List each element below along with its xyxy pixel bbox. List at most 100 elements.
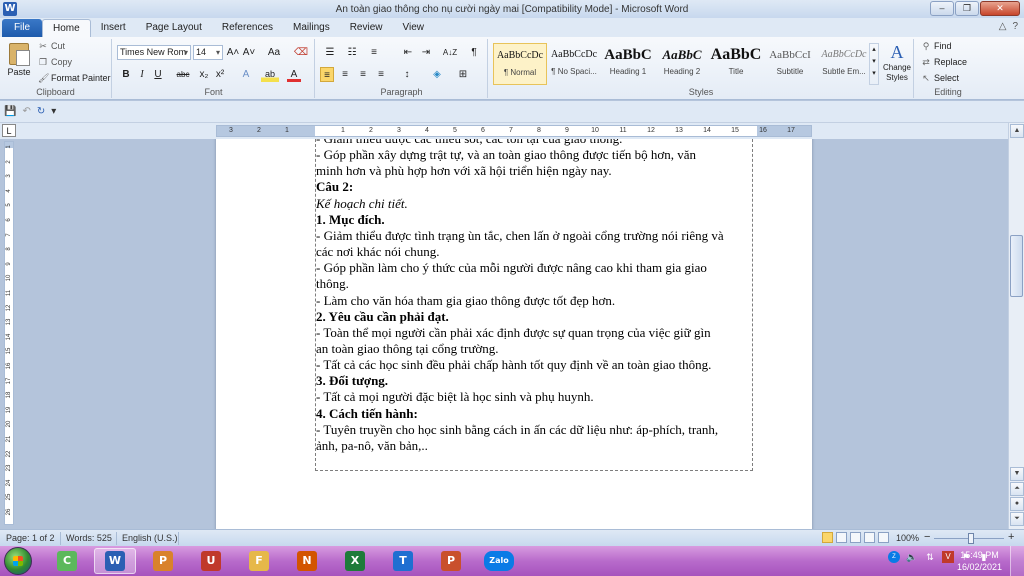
zoom-out-icon[interactable]: − xyxy=(924,532,930,543)
web-layout-view-icon[interactable] xyxy=(850,532,861,543)
underline-button[interactable]: U xyxy=(151,67,165,82)
find-button[interactable]: ⚲ Find xyxy=(921,41,952,51)
save-icon[interactable]: 💾 xyxy=(4,106,16,117)
taskbar-word-button[interactable]: W xyxy=(94,548,136,574)
outline-view-icon[interactable] xyxy=(864,532,875,543)
multilevel-list-icon[interactable]: ≡ xyxy=(364,45,384,60)
style-item[interactable]: AaBbC Title xyxy=(709,43,763,85)
copy-button[interactable]: ❐ Copy xyxy=(38,57,72,67)
taskbar-teamviewer-button[interactable]: T xyxy=(382,548,424,574)
print-layout-view-icon[interactable] xyxy=(822,532,833,543)
zoom-level[interactable]: 100% xyxy=(896,532,919,545)
tab-home[interactable]: Home xyxy=(42,19,91,37)
font-size-box[interactable]: 14 xyxy=(193,45,223,60)
wifi-icon[interactable]: ⇅ xyxy=(924,551,936,563)
horizontal-ruler[interactable]: 3 2 1 1 2 3 4 5 6 7 8 9 10 11 12 13 14 15 16 17 xyxy=(216,125,812,137)
tab-insert[interactable]: Insert xyxy=(91,19,136,37)
style-item[interactable]: AaBbCcI Subtitle xyxy=(763,43,817,85)
document-page[interactable]: - Giảm thiểu được các thiếu sót, các tồn… xyxy=(216,139,812,529)
change-styles-button[interactable]: A Change Styles xyxy=(881,41,913,83)
maximize-button[interactable]: ❐ xyxy=(955,1,979,16)
subscript-button[interactable]: x₂ xyxy=(197,67,211,82)
style-item[interactable]: AaBbCcDc Subtle Em... xyxy=(817,43,871,85)
undo-icon[interactable]: ↶ xyxy=(22,106,30,117)
taskbar-coccoc-button[interactable]: C xyxy=(46,548,88,574)
style-item[interactable]: AaBbCcDc ¶ Normal xyxy=(493,43,547,85)
increase-indent-icon[interactable]: ⇥ xyxy=(418,45,434,60)
align-right-icon[interactable]: ≡ xyxy=(356,67,370,82)
full-screen-view-icon[interactable] xyxy=(836,532,847,543)
shrink-font-button[interactable]: A˅ xyxy=(241,45,257,60)
grow-font-button[interactable]: A˄ xyxy=(225,45,241,60)
format-painter-button[interactable]: 🖌 Format Painter xyxy=(38,73,111,83)
scroll-up-icon[interactable]: ▲ xyxy=(1010,124,1024,138)
volume-icon[interactable]: 🔈 xyxy=(906,551,918,563)
word-count[interactable]: Words: 525 xyxy=(66,532,112,545)
styles-scroll-icon[interactable]: ▴ ▾ ▾ xyxy=(869,43,879,85)
align-center-icon[interactable]: ≡ xyxy=(338,67,352,82)
taskbar-powerpoint-button[interactable]: P xyxy=(430,548,472,574)
taskbar-excel-button[interactable]: X xyxy=(334,548,376,574)
taskbar-unikey-button[interactable]: U xyxy=(190,548,232,574)
tab-selector[interactable]: L xyxy=(2,124,16,137)
ribbon-collapse-icon[interactable]: △ xyxy=(999,21,1007,32)
select-button[interactable]: ↖ Select xyxy=(921,73,959,83)
scroll-thumb[interactable] xyxy=(1010,235,1023,297)
italic-button[interactable]: I xyxy=(135,67,149,82)
shading-icon[interactable]: ◈ xyxy=(428,67,446,82)
strikethrough-button[interactable]: abc xyxy=(173,67,193,82)
redo-icon[interactable]: ↻ xyxy=(37,106,45,117)
superscript-button[interactable]: x² xyxy=(213,67,227,82)
help-icon[interactable]: ? xyxy=(1012,21,1018,32)
taskbar-paint-button[interactable]: P xyxy=(142,548,184,574)
text-box[interactable]: - Giảm thiểu được các thiếu sót, các tồn… xyxy=(315,139,753,471)
previous-page-icon[interactable]: ⏶ xyxy=(1010,482,1024,496)
taskbar-network-button[interactable]: N xyxy=(286,548,328,574)
zoom-in-icon[interactable]: + xyxy=(1008,532,1014,543)
decrease-indent-icon[interactable]: ⇤ xyxy=(400,45,416,60)
word-app-icon[interactable]: W xyxy=(3,2,17,16)
replace-button[interactable]: ⇄ Replace xyxy=(921,57,967,67)
tab-view[interactable]: View xyxy=(393,19,435,37)
bullets-icon[interactable]: ☰ xyxy=(320,45,340,60)
align-left-icon[interactable]: ≡ xyxy=(320,67,334,82)
minimize-button[interactable]: – xyxy=(930,1,954,16)
style-item[interactable]: AaBbC Heading 2 xyxy=(655,43,709,85)
bold-button[interactable]: B xyxy=(119,67,133,82)
show-marks-button[interactable]: ¶ xyxy=(466,45,482,60)
line-spacing-icon[interactable]: ↕ xyxy=(398,67,416,82)
tab-references[interactable]: References xyxy=(212,19,283,37)
cut-button[interactable]: ✂ Cut xyxy=(38,41,65,51)
clock[interactable]: 15:49 PM 16/02/2021 xyxy=(957,549,1002,573)
style-item[interactable]: AaBbCcDc ¶ No Spaci... xyxy=(547,43,601,85)
start-button[interactable] xyxy=(4,547,32,575)
justify-icon[interactable]: ≡ xyxy=(374,67,388,82)
next-page-icon[interactable]: ⏷ xyxy=(1010,512,1024,526)
clear-formatting-icon[interactable]: ⌫ xyxy=(293,45,309,60)
tray-zalo-icon[interactable]: Z xyxy=(888,551,900,563)
numbering-icon[interactable]: ☷ xyxy=(342,45,362,60)
customize-qat-icon[interactable]: ▾ xyxy=(51,106,56,117)
scroll-down-icon[interactable]: ▼ xyxy=(1010,467,1024,481)
font-name-box[interactable]: Times New Rom xyxy=(117,45,191,60)
zoom-slider-knob[interactable] xyxy=(968,533,974,544)
taskbar-zalo-button[interactable]: Zalo xyxy=(478,548,520,574)
change-case-button[interactable]: Aa xyxy=(265,45,283,60)
taskbar-explorer-button[interactable]: F xyxy=(238,548,280,574)
sort-button[interactable]: A↓Z xyxy=(440,45,460,60)
highlight-button[interactable]: ab xyxy=(261,67,279,82)
font-color-button[interactable]: A xyxy=(287,67,301,82)
vertical-scrollbar[interactable]: ▲ ▼ ⏶ ● ⏷ xyxy=(1008,123,1024,529)
tab-mailings[interactable]: Mailings xyxy=(283,19,340,37)
language-indicator[interactable]: English (U.S.) xyxy=(122,532,178,545)
close-button[interactable]: ✕ xyxy=(980,1,1020,16)
tab-file[interactable]: File xyxy=(2,19,42,37)
borders-icon[interactable]: ⊞ xyxy=(454,67,472,82)
page-count[interactable]: Page: 1 of 2 xyxy=(6,532,55,545)
tab-review[interactable]: Review xyxy=(340,19,393,37)
paste-button[interactable]: Paste xyxy=(4,41,34,83)
tab-page-layout[interactable]: Page Layout xyxy=(136,19,212,37)
unikey-tray-icon[interactable]: V xyxy=(942,551,954,563)
vertical-ruler[interactable]: 1 2 3 4 5 6 7 8 9 10 11 12 13 14 15 16 17 18 19 20 21 22 23 24 2… xyxy=(4,141,14,525)
draft-view-icon[interactable] xyxy=(878,532,889,543)
